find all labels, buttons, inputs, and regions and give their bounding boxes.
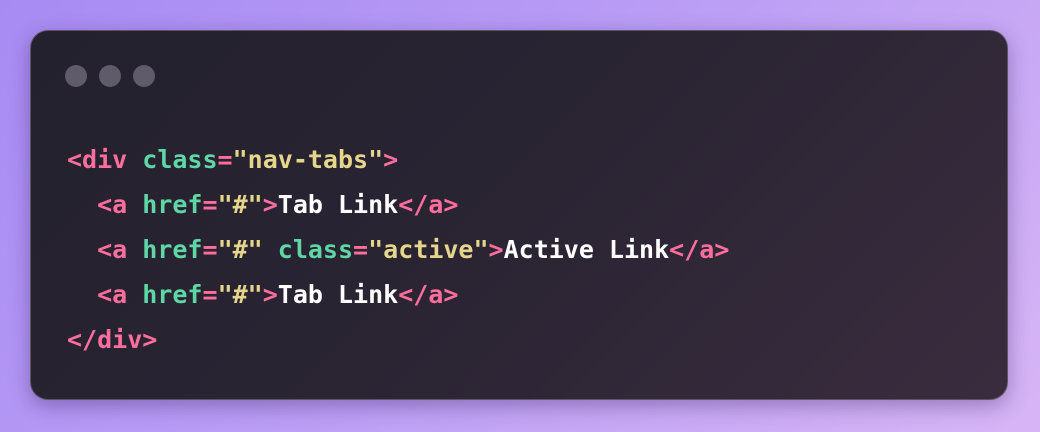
- code-block: <div class="nav-tabs"> <a href="#">Tab L…: [67, 137, 729, 362]
- code-attribute: class: [142, 145, 218, 174]
- code-line: <a href="#" class="active">Active Link</…: [67, 227, 729, 272]
- code-operator: =: [353, 235, 369, 264]
- code-operator: =: [202, 235, 218, 264]
- code-attribute: href: [142, 235, 203, 264]
- code-text: Active Link: [503, 235, 670, 264]
- code-tag: <a: [97, 280, 128, 309]
- code-text: Tab Link: [277, 280, 399, 309]
- code-tag: </div>: [67, 325, 158, 354]
- code-line: <div class="nav-tabs">: [67, 137, 729, 182]
- window-controls: [65, 65, 155, 87]
- code-tag: >: [488, 235, 504, 264]
- code-tag: </a>: [669, 235, 730, 264]
- code-line: <a href="#">Tab Link</a>: [67, 182, 729, 227]
- code-tag: >: [262, 190, 278, 219]
- code-attribute: class: [277, 235, 354, 264]
- code-attribute: href: [142, 190, 203, 219]
- code-string: "#": [217, 190, 263, 219]
- code-window: <div class="nav-tabs"> <a href="#">Tab L…: [30, 30, 1008, 400]
- code-tag: </a>: [398, 280, 459, 309]
- code-string: "active": [368, 235, 489, 264]
- code-tag: </a>: [398, 190, 459, 219]
- code-tag: >: [262, 280, 278, 309]
- code-text: Tab Link: [277, 190, 399, 219]
- code-string: "#": [217, 280, 263, 309]
- code-tag: >: [383, 145, 399, 174]
- window-dot-icon: [133, 65, 155, 87]
- window-dot-icon: [99, 65, 121, 87]
- code-operator: =: [217, 145, 233, 174]
- code-string: "nav-tabs": [232, 145, 384, 174]
- code-tag: <a: [97, 190, 128, 219]
- code-tag: <div: [67, 145, 128, 174]
- code-string: "#": [217, 235, 263, 264]
- code-tag: <a: [97, 235, 128, 264]
- window-dot-icon: [65, 65, 87, 87]
- code-operator: =: [202, 280, 218, 309]
- code-operator: =: [202, 190, 218, 219]
- code-line: <a href="#">Tab Link</a>: [67, 272, 729, 317]
- code-attribute: href: [142, 280, 203, 309]
- code-line: </div>: [67, 317, 729, 362]
